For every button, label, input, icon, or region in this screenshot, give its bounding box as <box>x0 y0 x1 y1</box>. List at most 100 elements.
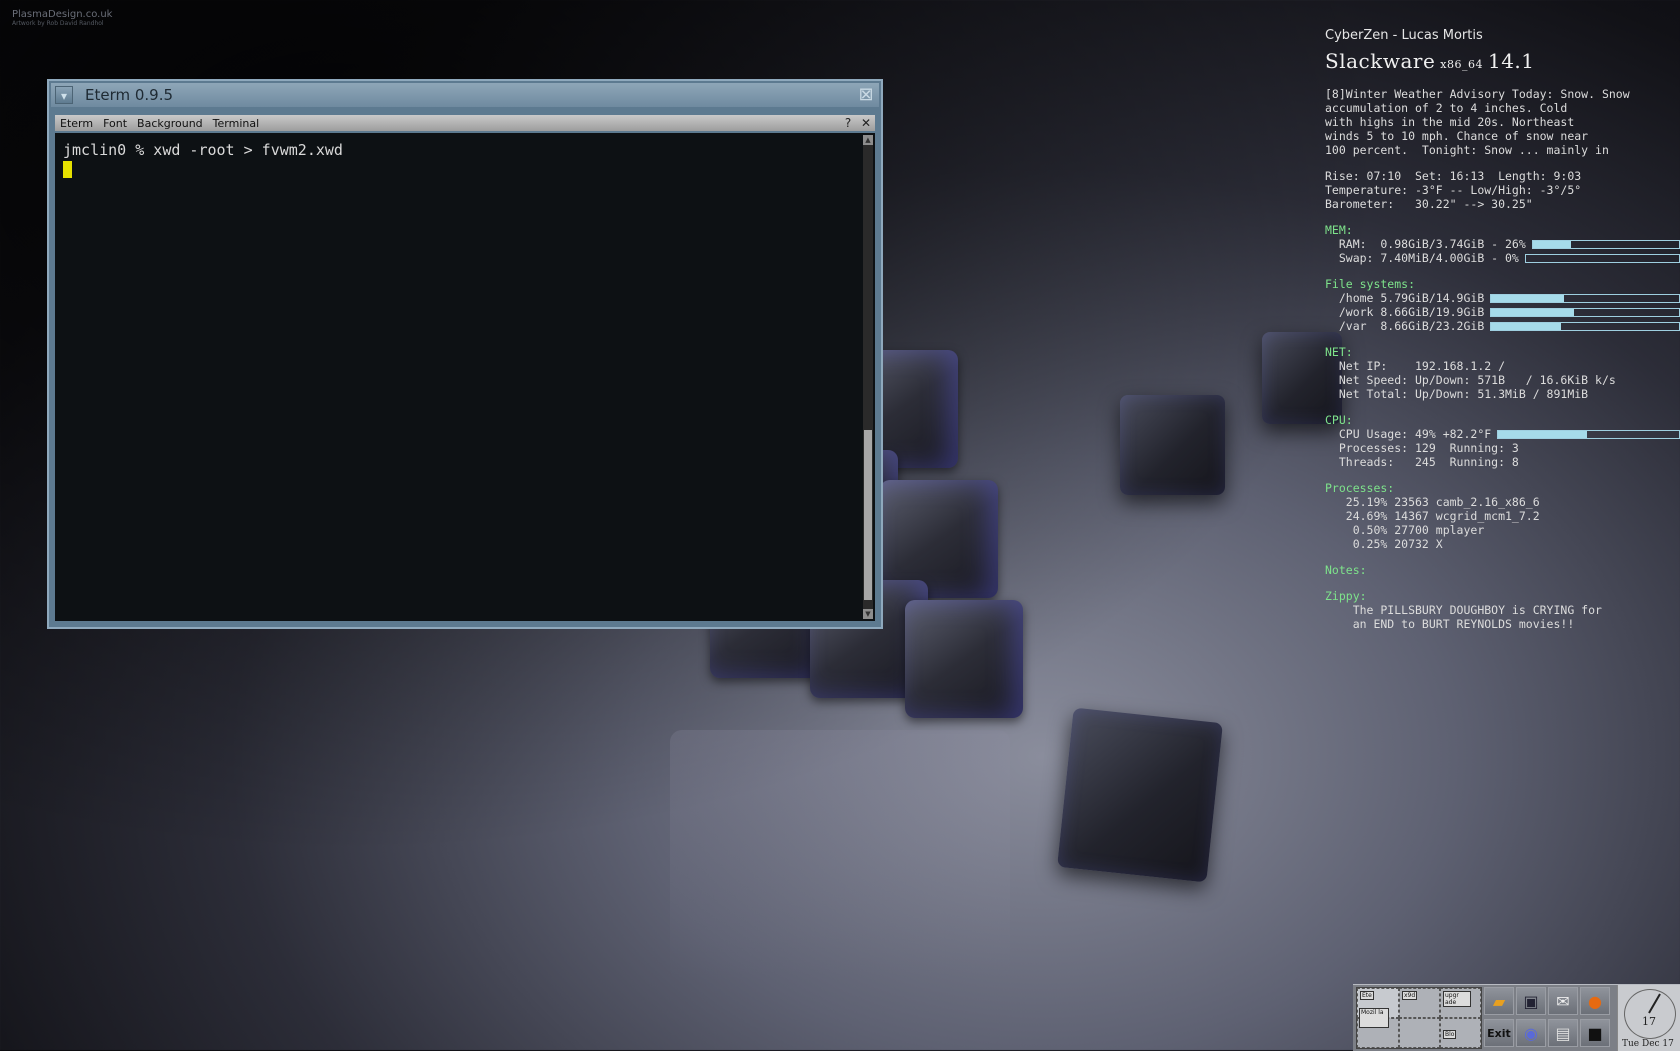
mail-launcher[interactable]: ✉ <box>1548 987 1578 1015</box>
folder-icon: ▰ <box>1492 991 1506 1011</box>
envelope-icon: ✉ <box>1556 991 1570 1011</box>
net-label: NET: <box>1325 345 1353 359</box>
window-close-button[interactable]: ⊠ <box>855 84 877 106</box>
swap-row: Swap: 7.40MiB/4.00GiB - 0% <box>1325 251 1680 265</box>
globe-icon: ◉ <box>1524 1023 1538 1043</box>
conky-monitor: CyberZen - Lucas Mortis Slackware x86_64 1… <box>1325 28 1680 631</box>
fs-bar-fill <box>1491 294 1565 302</box>
pager-window[interactable]: Mozil la <box>1359 1008 1389 1028</box>
firefox-launcher[interactable]: ● <box>1580 987 1610 1015</box>
terminal-launcher[interactable]: ■ <box>1580 1019 1610 1047</box>
processes-label: Processes: <box>1325 481 1395 495</box>
scrollbar-thumb[interactable] <box>864 430 872 600</box>
mem-label: MEM: <box>1325 223 1353 237</box>
ram-bar <box>1531 239 1680 249</box>
process-line: 24.69% 14367 wcgrid_mcm1_7.2 <box>1325 509 1540 523</box>
exit-button[interactable]: Exit <box>1484 1019 1514 1047</box>
fs-bar <box>1490 321 1680 331</box>
pager-window[interactable]: Blo <box>1443 1030 1457 1039</box>
menu-eterm[interactable]: Eterm <box>55 117 98 130</box>
fs-row: /var 8.66GiB/23.2GiB <box>1325 319 1680 333</box>
notes-label: Notes: <box>1325 563 1367 577</box>
notepad-icon: ▤ <box>1555 1023 1571 1043</box>
file-manager-launcher[interactable]: ▰ <box>1484 987 1514 1015</box>
cpu-bar-fill <box>1498 430 1587 438</box>
sun-line: Temperature: -3°F -- Low/High: -3°/5° <box>1325 183 1582 197</box>
window-titlebar[interactable]: ▾ Eterm 0.9.5 ⊠ <box>51 83 879 107</box>
menubar-close-button[interactable]: ✕ <box>857 116 875 130</box>
wallpaper-credit: PlasmaDesign.co.uk Artwork by Rob David … <box>12 9 112 27</box>
weather-line: with highs in the mid 20s. Northeast <box>1325 115 1575 129</box>
fs-text: /home 5.79GiB/14.9GiB <box>1325 291 1485 305</box>
weather-line: [8]Winter Weather Advisory Today: Snow. … <box>1325 87 1630 101</box>
editor-launcher[interactable]: ▤ <box>1548 1019 1578 1047</box>
analog-clock: 17 Tue Dec 17 <box>1617 985 1680 1051</box>
pager-window[interactable]: upgr ade <box>1443 991 1471 1007</box>
fs-bar-fill <box>1491 308 1574 316</box>
logo-version: 14.1 <box>1487 49 1535 73</box>
fs-row: /work 8.66GiB/19.9GiB <box>1325 305 1680 319</box>
swap-bar <box>1524 253 1680 263</box>
exit-label: Exit <box>1487 1026 1511 1040</box>
credit-line-2: Artwork by Rob David Randhol <box>12 20 104 27</box>
text-cursor <box>63 161 72 178</box>
process-line: 0.25% 20732 X <box>1325 537 1443 551</box>
fs-row: /home 5.79GiB/14.9GiB <box>1325 291 1680 305</box>
terminal-area[interactable]: jmclin0 % xwd -root > fvwm2.xwd ▲ ▼ <box>55 133 875 621</box>
cpu-usage-text: CPU Usage: 49% +82.2°F <box>1325 427 1492 441</box>
menu-background[interactable]: Background <box>132 117 208 130</box>
slackware-logo: Slackware x86_64 14.1 <box>1325 49 1680 73</box>
fvwm-panel: Ete x9d upgr ade Mozil la Blo ▰ ▣ ✉ ● Ex… <box>1353 984 1680 1051</box>
process-line: 25.19% 23563 camb_2.16_x86_6 <box>1325 495 1540 509</box>
credit-line-1: PlasmaDesign.co.uk <box>12 9 113 20</box>
clock-day: 17 <box>1642 1015 1656 1028</box>
fs-bar-fill <box>1491 322 1561 330</box>
logo-arch: x86_64 <box>1440 58 1483 71</box>
window-title: Eterm 0.9.5 <box>85 86 174 104</box>
cpu-line: Processes: 129 Running: 3 <box>1325 441 1519 455</box>
glass-cube-mid-right <box>1120 395 1225 495</box>
help-button[interactable]: ? <box>839 116 857 130</box>
terminal-icon: ■ <box>1587 1023 1603 1043</box>
fs-label: File systems: <box>1325 277 1416 291</box>
net-line: Net IP: 192.168.1.2 / <box>1325 359 1506 373</box>
net-line: Net Speed: Up/Down: 571B / 16.6KiB k/s <box>1325 373 1616 387</box>
window-menu-button[interactable]: ▾ <box>55 86 73 104</box>
clock-face <box>1624 989 1676 1039</box>
browser-launcher[interactable]: ◉ <box>1516 1019 1546 1047</box>
zippy-label: Zippy: <box>1325 589 1367 603</box>
zippy-line: The PILLSBURY DOUGHBOY is CRYING for <box>1325 603 1602 617</box>
cpu-usage-row: CPU Usage: 49% +82.2°F <box>1325 427 1680 441</box>
desktop-pager[interactable]: Ete x9d upgr ade Mozil la Blo <box>1356 987 1482 1049</box>
fs-text: /work 8.66GiB/19.9GiB <box>1325 305 1485 319</box>
pager-desk[interactable] <box>1399 1018 1440 1048</box>
fs-text: /var 8.66GiB/23.2GiB <box>1325 319 1485 333</box>
image-viewer-launcher[interactable]: ▣ <box>1516 987 1546 1015</box>
pager-window[interactable]: Ete <box>1360 991 1374 1000</box>
scroll-down-arrow-icon[interactable]: ▼ <box>863 609 873 619</box>
eterm-menubar: Eterm Font Background Terminal ? ✕ <box>55 115 875 131</box>
sun-line: Rise: 07:10 Set: 16:13 Length: 9:03 <box>1325 169 1582 183</box>
sun-line: Barometer: 30.22" --> 30.25" <box>1325 197 1533 211</box>
picture-icon: ▣ <box>1523 991 1539 1011</box>
prompt-line: jmclin0 % xwd -root > fvwm2.xwd <box>63 141 343 159</box>
ram-bar-fill <box>1532 240 1571 248</box>
cube-reflection <box>670 730 1010 980</box>
scrollbar[interactable]: ▲ ▼ <box>863 135 873 619</box>
menu-terminal[interactable]: Terminal <box>208 117 265 130</box>
eterm-window[interactable]: ▾ Eterm 0.9.5 ⊠ Eterm Font Background Te… <box>47 79 883 629</box>
fs-bar <box>1490 307 1680 317</box>
menu-font[interactable]: Font <box>98 117 132 130</box>
ram-row: RAM: 0.98GiB/3.74GiB - 26% <box>1325 237 1680 251</box>
scroll-up-arrow-icon[interactable]: ▲ <box>863 135 873 145</box>
conky-header: CyberZen - Lucas Mortis <box>1325 28 1483 43</box>
glass-cube-bottom <box>1057 707 1223 883</box>
ram-text: RAM: 0.98GiB/3.74GiB - 26% <box>1325 237 1526 251</box>
clock-date: Tue Dec 17 <box>1622 1039 1674 1049</box>
swap-text: Swap: 7.40MiB/4.00GiB - 0% <box>1325 251 1519 265</box>
logo-name: Slackware <box>1325 49 1436 73</box>
pager-window[interactable]: x9d <box>1402 991 1418 1000</box>
cpu-label: CPU: <box>1325 413 1353 427</box>
fs-bar <box>1490 293 1680 303</box>
firefox-icon: ● <box>1588 991 1602 1011</box>
